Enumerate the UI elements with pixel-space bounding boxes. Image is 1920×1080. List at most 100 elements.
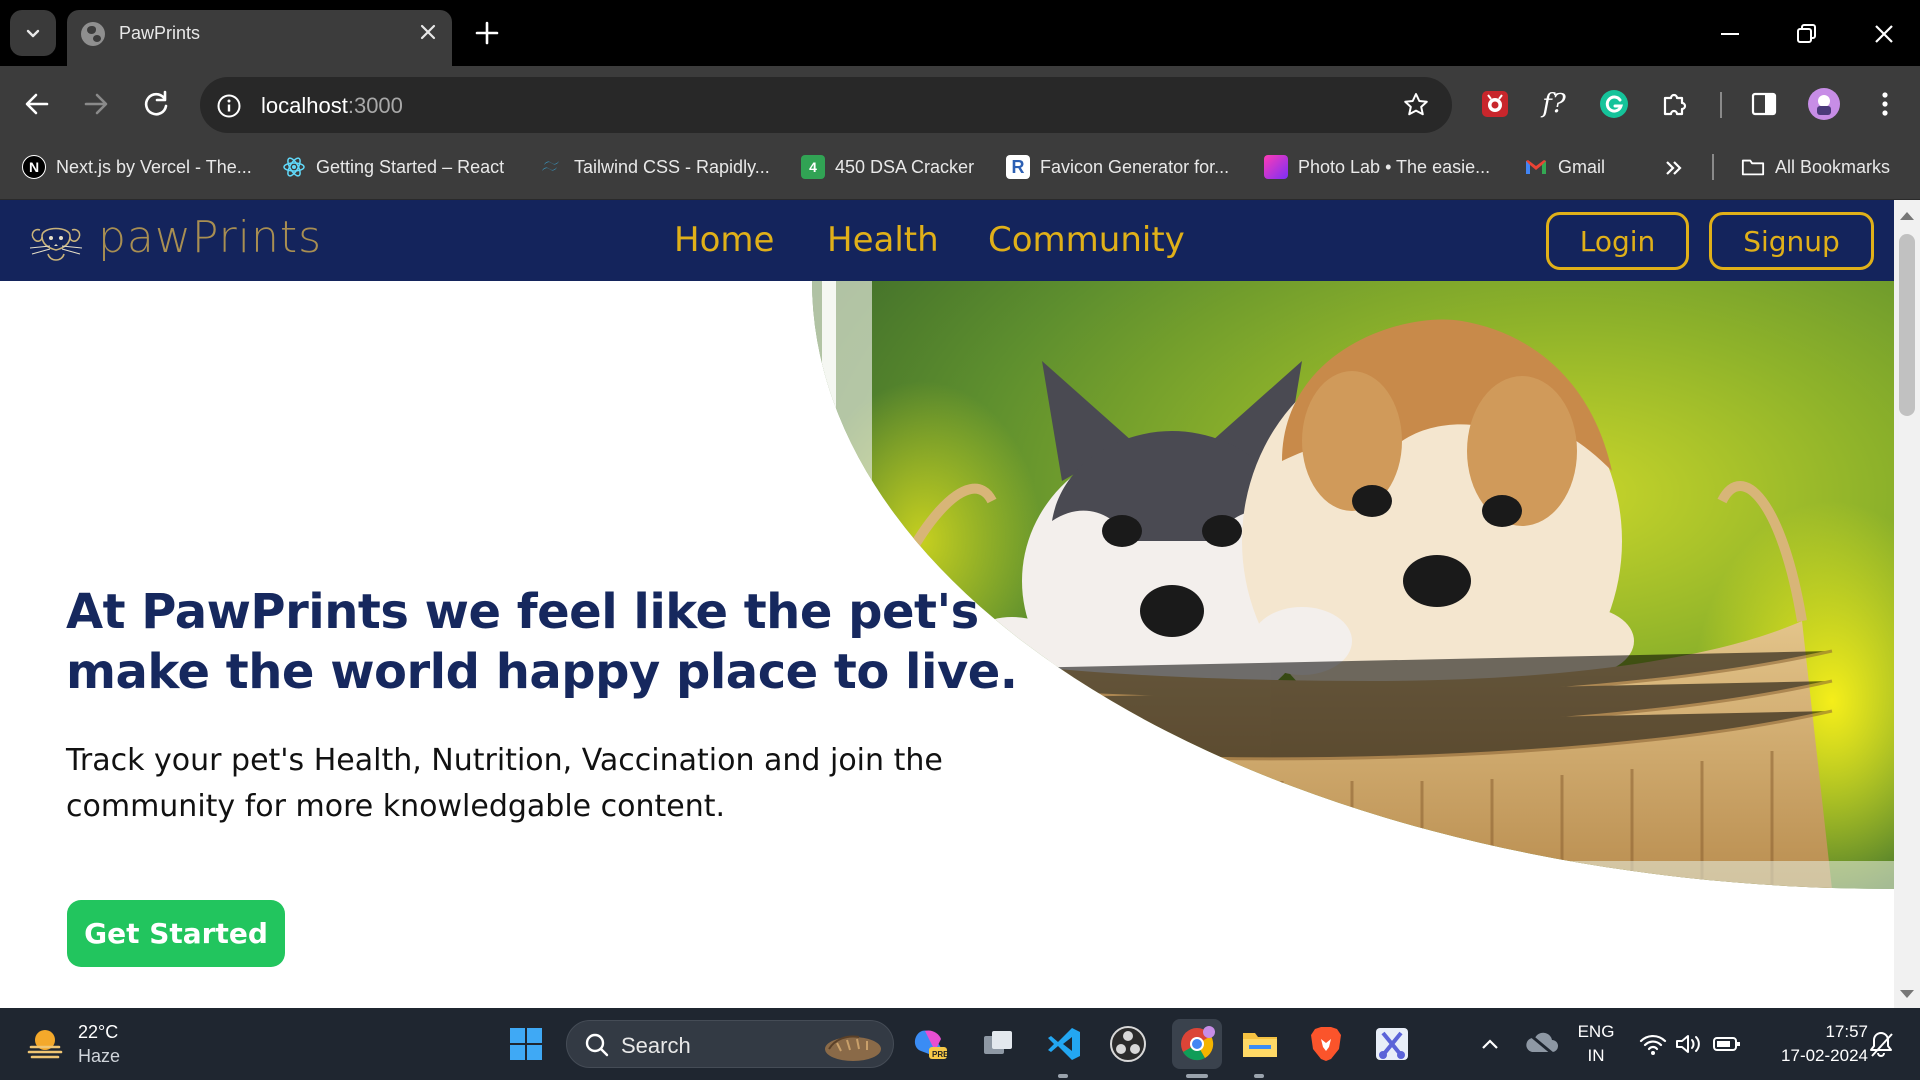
bookmarks-bar: N Next.js by Vercel - The... Getting Sta… xyxy=(0,142,1920,200)
close-window-icon[interactable] xyxy=(1864,14,1904,54)
minimize-icon[interactable] xyxy=(1710,14,1750,54)
input-language-indicator[interactable]: ENG IN xyxy=(1576,1020,1616,1068)
haze-weather-icon xyxy=(27,1030,63,1059)
browser-tab-strip: PawPrints xyxy=(0,0,1920,67)
tailwind-icon xyxy=(542,161,559,171)
new-tab-icon[interactable] xyxy=(470,16,504,50)
weather-widget[interactable]: 22°C Haze xyxy=(26,1020,120,1068)
hero-subtext: Track your pet's Health, Nutrition, Vacc… xyxy=(66,743,943,824)
language-code: ENG xyxy=(1577,1022,1615,1041)
bookmark-label: Getting Started – React xyxy=(316,156,505,177)
file-explorer-icon[interactable] xyxy=(1238,1022,1282,1066)
address-bar[interactable]: localhost:3000 xyxy=(200,77,1452,133)
favicon-generator-icon: R xyxy=(1006,155,1030,179)
tab-search-button[interactable] xyxy=(10,10,56,56)
scroll-up-arrow-icon[interactable] xyxy=(1900,212,1914,220)
notification-bell-icon[interactable] xyxy=(1868,1030,1894,1058)
obs-studio-icon[interactable] xyxy=(1106,1022,1150,1066)
bookmarks-divider xyxy=(1712,154,1714,180)
bug-extension-icon[interactable] xyxy=(1477,86,1513,122)
bookmark-label: Photo Lab • The easie... xyxy=(1298,156,1491,177)
explorer-running-indicator xyxy=(1254,1074,1264,1078)
chrome-active-indicator xyxy=(1186,1074,1208,1078)
globe-icon xyxy=(81,22,105,46)
nav-community[interactable]: Community xyxy=(988,220,1185,260)
scrollbar-thumb[interactable] xyxy=(1899,234,1915,416)
bookmark-tailwind[interactable]: Tailwind CSS - Rapidly... xyxy=(540,142,770,192)
nav-health[interactable]: Health xyxy=(827,220,939,260)
nextjs-icon: N xyxy=(22,155,46,179)
login-button[interactable]: Login xyxy=(1546,212,1689,270)
hero-headline: At PawPrints we feel like the pet's make… xyxy=(66,584,1018,700)
back-arrow-icon[interactable] xyxy=(17,84,57,124)
svg-text:PRE: PRE xyxy=(932,1050,949,1059)
clock[interactable]: 17:57 17-02-2024 xyxy=(1752,1020,1868,1068)
weather-condition: Haze xyxy=(78,1046,121,1066)
chevron-down-icon xyxy=(26,29,40,38)
kebab-menu-icon[interactable] xyxy=(1867,86,1903,122)
bookmark-450-dsa[interactable]: 4 450 DSA Cracker xyxy=(801,142,974,192)
clock-time: 17:57 xyxy=(1825,1022,1868,1041)
react-icon xyxy=(283,157,305,177)
onedrive-paused-icon[interactable] xyxy=(1524,1030,1558,1056)
vscode-icon[interactable] xyxy=(1042,1022,1086,1066)
bookmark-favicon-generator[interactable]: R Favicon Generator for... xyxy=(1006,142,1229,192)
reload-icon[interactable] xyxy=(136,84,176,124)
font-finder-extension[interactable]: f? xyxy=(1536,86,1572,122)
windows-taskbar: 22°C Haze Search PRE ENG IN 17:57 17-02-… xyxy=(0,1008,1920,1080)
signup-button[interactable]: Signup xyxy=(1709,212,1874,270)
taskbar-search-box[interactable]: Search xyxy=(566,1020,894,1068)
weather-temperature: 22°C xyxy=(78,1022,119,1042)
page-scrollbar[interactable] xyxy=(1894,200,1920,1008)
dsa-icon: 4 xyxy=(801,155,825,179)
more-bookmarks-icon[interactable] xyxy=(1662,156,1686,180)
bookmark-label: 450 DSA Cracker xyxy=(835,156,975,177)
region-code: IN xyxy=(1587,1046,1605,1065)
restore-icon[interactable] xyxy=(1786,14,1826,54)
bookmark-star-icon[interactable] xyxy=(1402,91,1430,119)
bookmark-react[interactable]: Getting Started – React xyxy=(282,142,504,192)
clock-date: 17-02-2024 xyxy=(1781,1046,1868,1065)
folder-icon xyxy=(1741,159,1765,176)
brave-browser-icon[interactable] xyxy=(1304,1022,1348,1066)
windows-start-icon[interactable] xyxy=(504,1022,548,1066)
bookmark-nextjs[interactable]: N Next.js by Vercel - The... xyxy=(22,142,252,192)
scroll-down-arrow-icon[interactable] xyxy=(1900,990,1914,998)
gmail-icon xyxy=(1526,160,1546,174)
all-bookmarks-folder[interactable]: All Bookmarks xyxy=(1741,142,1890,192)
bookmark-photo-lab[interactable]: Photo Lab • The easie... xyxy=(1264,142,1490,192)
forward-arrow-icon[interactable] xyxy=(76,84,116,124)
chrome-icon[interactable] xyxy=(1172,1019,1222,1069)
extensions-puzzle-icon[interactable] xyxy=(1657,86,1693,122)
bookmark-gmail[interactable]: Gmail xyxy=(1524,142,1605,192)
url-port: :3000 xyxy=(347,93,403,118)
toolbar-divider xyxy=(1720,92,1722,118)
pangolin-search-highlight-icon xyxy=(825,1035,881,1061)
all-bookmarks-label: All Bookmarks xyxy=(1775,156,1891,177)
profile-avatar[interactable] xyxy=(1806,86,1842,122)
show-hidden-icons-chevron-icon[interactable] xyxy=(1478,1034,1502,1054)
bookmark-label: Tailwind CSS - Rapidly... xyxy=(574,156,770,177)
copilot-icon[interactable]: PRE xyxy=(908,1022,952,1066)
site-info-icon[interactable] xyxy=(216,93,242,119)
snipping-tool-icon[interactable] xyxy=(1370,1022,1414,1066)
bookmark-label: Favicon Generator for... xyxy=(1040,156,1230,177)
close-icon[interactable] xyxy=(416,20,440,44)
nav-home[interactable]: Home xyxy=(674,220,774,260)
tab-pawprints[interactable]: PawPrints xyxy=(67,10,452,67)
side-panel-icon[interactable] xyxy=(1746,86,1782,122)
url-text[interactable]: localhost:3000 xyxy=(261,93,403,119)
site-navbar: pawPrints Home Health Community Login Si… xyxy=(0,200,1894,281)
search-label: Search xyxy=(621,1033,691,1058)
browser-toolbar: localhost:3000 f? xyxy=(0,66,1920,142)
bookmark-label: Next.js by Vercel - The... xyxy=(56,156,252,177)
grammarly-icon[interactable] xyxy=(1596,86,1632,122)
font-finder-label: f? xyxy=(1542,89,1566,119)
get-started-button[interactable]: Get Started xyxy=(67,900,285,967)
volume-icon[interactable] xyxy=(1674,1032,1704,1056)
task-view-icon[interactable] xyxy=(976,1022,1020,1066)
wifi-icon[interactable] xyxy=(1638,1032,1668,1056)
battery-icon[interactable] xyxy=(1712,1032,1742,1056)
pawprints-logo-icon[interactable] xyxy=(26,214,86,270)
brand-name[interactable]: pawPrints xyxy=(98,212,322,263)
